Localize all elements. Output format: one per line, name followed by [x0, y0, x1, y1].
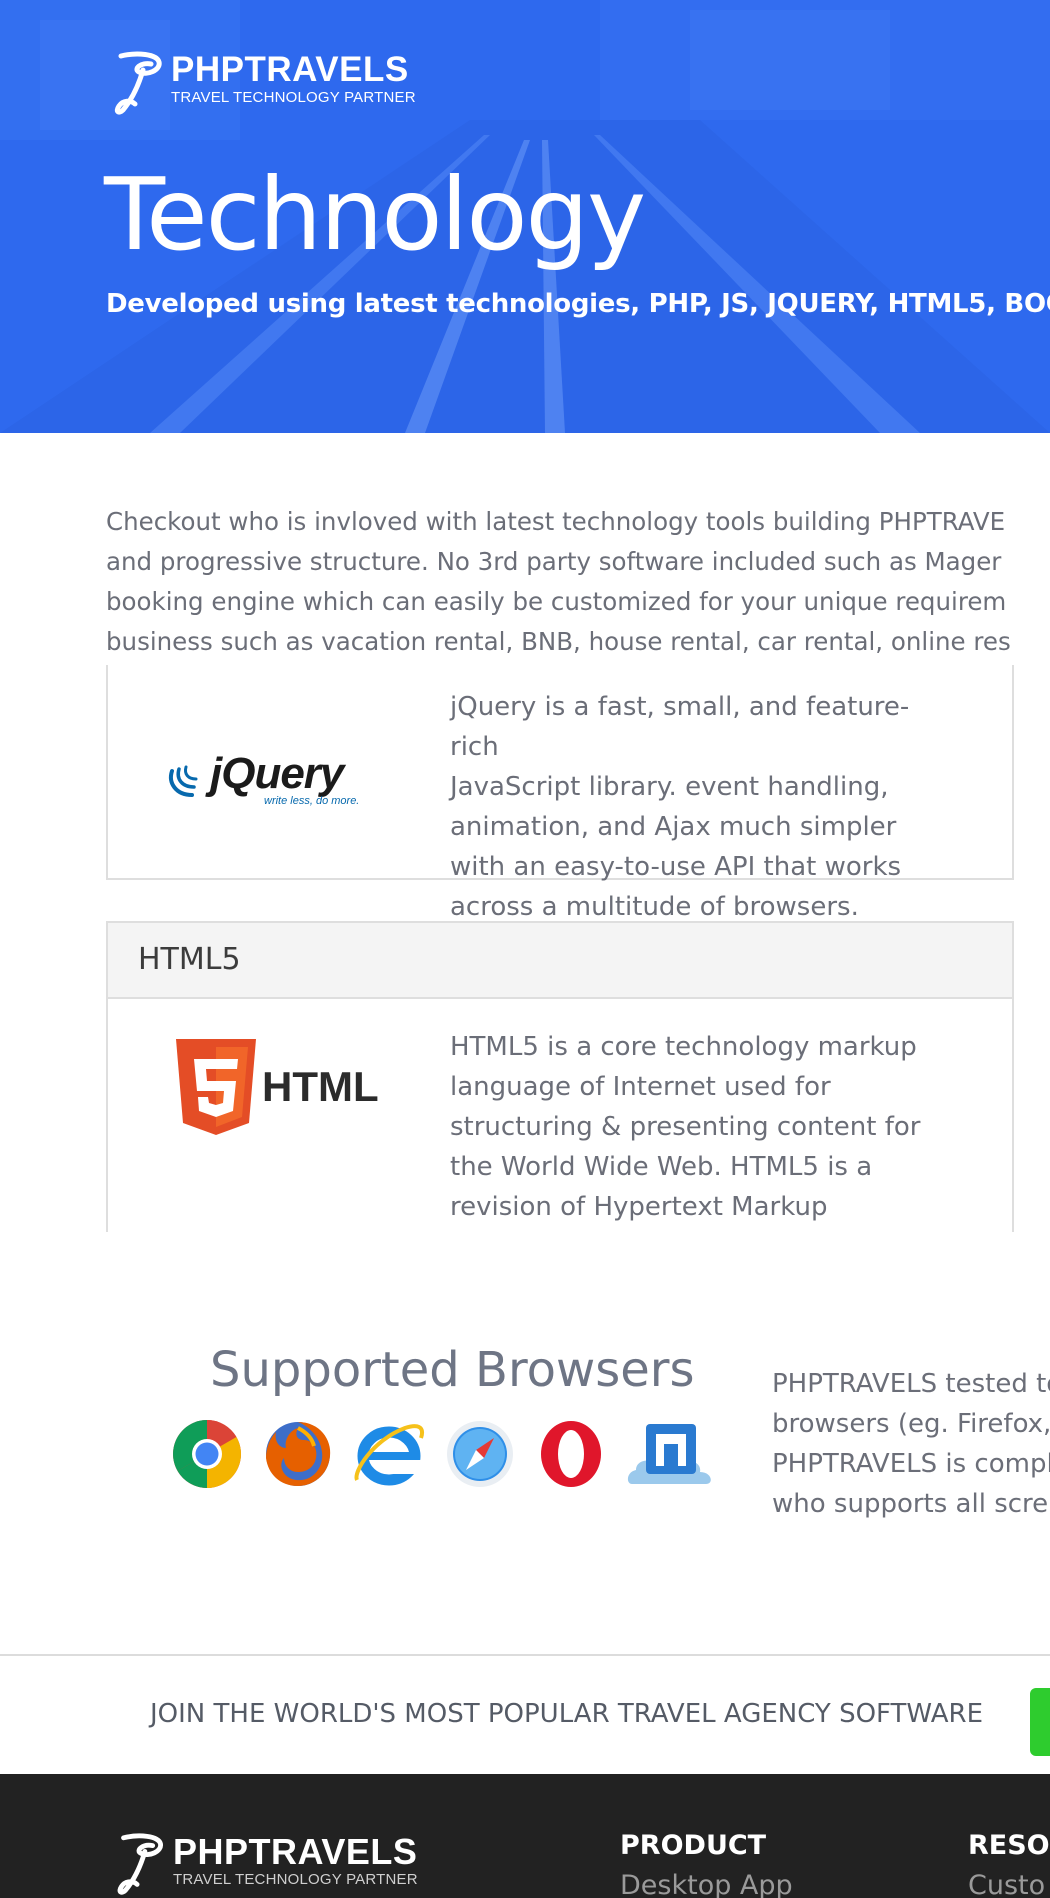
footer-column-title-resources: RESOU [968, 1830, 1050, 1861]
footer-logo[interactable]: PHPTRAVELS TRAVEL TECHNOLOGY PARTNER [115, 1832, 418, 1898]
intro-line: Checkout who is invloved with latest tec… [106, 507, 1006, 536]
jquery-logo-text: jQuery [210, 749, 344, 798]
footer-brand-tagline: TRAVEL TECHNOLOGY PARTNER [173, 1871, 418, 1888]
html5-description: HTML5 is a core technology markup langua… [450, 1032, 921, 1222]
jquery-panel: jQuery write less, do more. jQuery is a … [106, 665, 1014, 922]
html5-logo: HTML [174, 1039, 384, 1135]
safari-icon [444, 1418, 516, 1490]
footer-brand-name: PHPTRAVELS [173, 1831, 418, 1872]
page-title: Technology [104, 156, 646, 273]
opera-icon [535, 1418, 607, 1490]
maxthon-icon [626, 1418, 716, 1490]
join-cta-text: JOIN THE WORLD'S MOST POPULAR TRAVEL AGE… [150, 1699, 983, 1729]
jquery-logo: jQuery write less, do more. [166, 749, 366, 809]
supported-browsers-heading: Supported Browsers [210, 1342, 695, 1398]
footer-column-title-product: PRODUCT [620, 1830, 767, 1861]
header-logo[interactable]: PHPTRAVELS TRAVEL TECHNOLOGY PARTNER [113, 50, 416, 118]
jquery-panel-body: jQuery write less, do more. jQuery is a … [108, 665, 1012, 922]
phptravels-logo-icon [114, 51, 162, 115]
hero-banner: PHPTRAVELS TRAVEL TECHNOLOGY PARTNER Tec… [0, 0, 1050, 433]
chrome-icon [171, 1418, 243, 1490]
brand-name: PHPTRAVELS [171, 50, 409, 89]
join-cta-button[interactable] [1030, 1688, 1050, 1756]
html5-panel-title: HTML5 [108, 923, 1012, 999]
internet-explorer-icon [353, 1418, 425, 1490]
footer-link-resources[interactable]: Custo [968, 1868, 1045, 1898]
page-subtitle: Developed using latest technologies, PHP… [106, 289, 1050, 319]
jquery-logo-tagline: write less, do more. [264, 795, 360, 807]
site-footer: PHPTRAVELS TRAVEL TECHNOLOGY PARTNER PRO… [0, 1774, 1050, 1898]
intro-line: booking engine which can easily be custo… [106, 587, 1007, 616]
browsers-description: PHPTRAVELS tested to browsers (eg. Firef… [772, 1369, 1050, 1519]
intro-paragraph: Checkout who is invloved with latest tec… [106, 502, 1050, 662]
jquery-description: jQuery is a fast, small, and feature-ric… [450, 692, 910, 922]
intro-line: business such as vacation rental, BNB, h… [106, 627, 1011, 656]
footer-link-desktop-app[interactable]: Desktop App [620, 1868, 793, 1898]
html5-logo-text: HTML [262, 1063, 379, 1110]
intro-line: and progressive structure. No 3rd party … [106, 547, 1002, 576]
html5-shield-icon [176, 1039, 256, 1135]
phptravels-logo-icon [117, 1833, 163, 1895]
browser-icons-row [171, 1418, 735, 1490]
html5-panel: HTML5 HTML HTML5 is a core technology ma… [106, 921, 1014, 1232]
firefox-icon [262, 1418, 334, 1490]
technology-panels-scroll-area[interactable]: jQuery write less, do more. jQuery is a … [106, 665, 1016, 1232]
jquery-swirl-icon [169, 765, 198, 797]
brand-tagline: TRAVEL TECHNOLOGY PARTNER [171, 89, 416, 106]
join-cta-bar: JOIN THE WORLD'S MOST POPULAR TRAVEL AGE… [0, 1654, 1050, 1774]
